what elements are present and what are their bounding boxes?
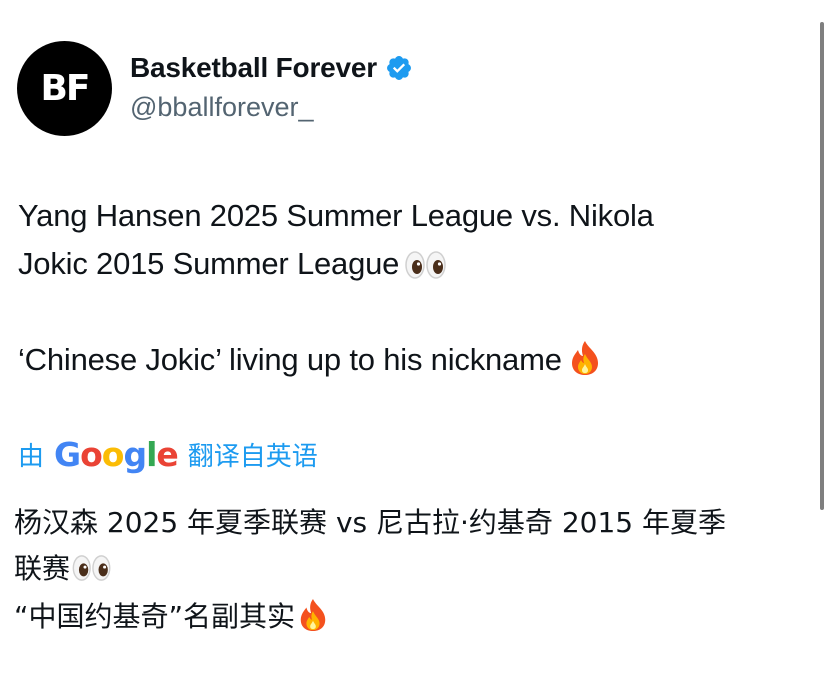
tweet-body: Yang Hansen 2025 Summer League vs. Nikol… bbox=[18, 192, 808, 384]
translated-line: 联赛 bbox=[14, 546, 804, 592]
translated-line: “中国约基奇”名副其实 bbox=[14, 594, 804, 640]
translation-suffix: 翻译自英语 bbox=[187, 440, 318, 471]
tweet-line-text: Jokic 2015 Summer League bbox=[18, 246, 400, 281]
author-handle[interactable]: @bballforever_ bbox=[130, 92, 314, 123]
translated-line-text: 联赛 bbox=[14, 552, 71, 585]
translated-body: 杨汉森 2025 年夏季联赛 vs 尼古拉·约基奇 2015 年夏季 联赛 “中… bbox=[14, 500, 804, 640]
tweet-card: BF Basketball Forever @bballforever_ Yan… bbox=[0, 0, 828, 676]
tweet-line-text: Yang Hansen 2025 Summer League vs. Nikol… bbox=[18, 198, 654, 233]
verified-badge-icon bbox=[387, 56, 411, 80]
scrollbar[interactable] bbox=[820, 22, 824, 510]
author-name-row: Basketball Forever bbox=[130, 50, 413, 86]
translation-attribution[interactable]: 由 Google 翻译自英语 bbox=[18, 432, 318, 476]
tweet-line: Jokic 2015 Summer League bbox=[18, 240, 808, 288]
translated-line-text: 杨汉森 2025 年夏季联赛 vs 尼古拉·约基奇 2015 年夏季 bbox=[14, 506, 726, 539]
avatar-logo-text: BF bbox=[40, 68, 90, 109]
fire-emoji-icon bbox=[571, 341, 598, 375]
translated-line: 杨汉森 2025 年夏季联赛 vs 尼古拉·约基奇 2015 年夏季 bbox=[14, 500, 804, 546]
tweet-line-text: ‘Chinese Jokic’ living up to his nicknam… bbox=[18, 342, 562, 377]
avatar[interactable]: BF bbox=[17, 41, 112, 136]
translated-line-text: “中国约基奇”名副其实 bbox=[14, 600, 296, 633]
tweet-line: ‘Chinese Jokic’ living up to his nicknam… bbox=[18, 336, 808, 384]
author-display-name[interactable]: Basketball Forever bbox=[130, 52, 377, 84]
eyes-emoji-icon bbox=[72, 555, 111, 581]
eyes-emoji-icon bbox=[405, 251, 446, 279]
google-logo: Google bbox=[54, 434, 179, 474]
translation-prefix: 由 bbox=[18, 440, 45, 471]
tweet-line: Yang Hansen 2025 Summer League vs. Nikol… bbox=[18, 192, 808, 240]
fire-emoji-icon bbox=[300, 599, 326, 631]
